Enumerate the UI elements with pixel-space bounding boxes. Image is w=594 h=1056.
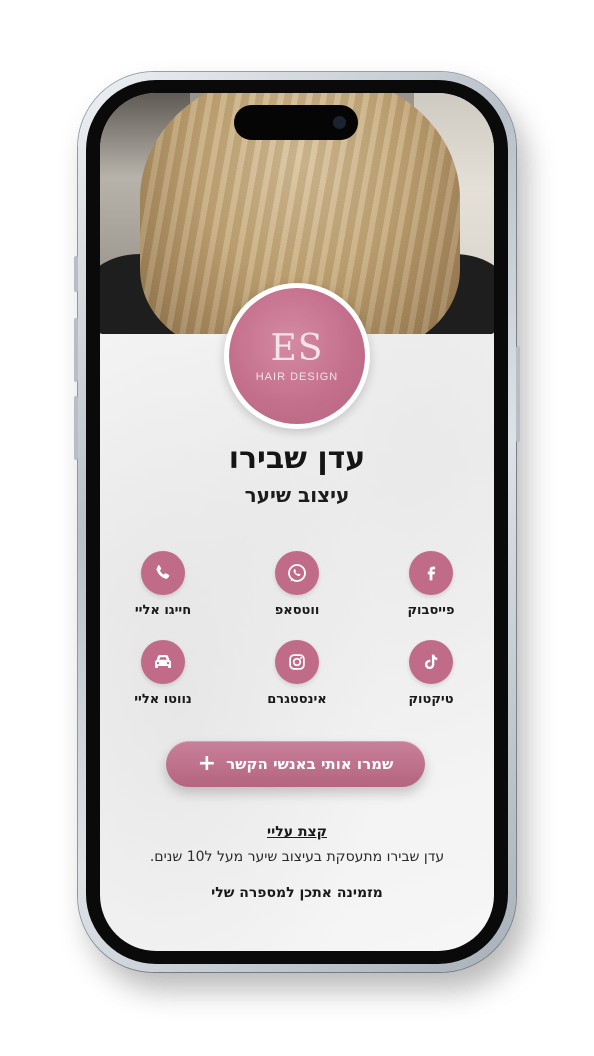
- phone-side-button-volume-up: [74, 318, 78, 382]
- logo-mark: ES: [270, 328, 324, 369]
- phone-side-button-power: [516, 346, 520, 442]
- about-text: עדן שבירו מתעסקת בעיצוב שיער מעל ל10 שני…: [149, 849, 445, 865]
- phone-side-button-volume-down: [74, 396, 78, 460]
- instagram-icon[interactable]: [275, 640, 319, 684]
- action-tiktok[interactable]: טיקטוק: [376, 640, 486, 707]
- phone-side-button-silent: [74, 256, 78, 292]
- about-title: קצת עליי: [267, 824, 327, 840]
- dynamic-island: [234, 105, 358, 140]
- tiktok-icon[interactable]: [409, 640, 453, 684]
- front-camera: [333, 116, 346, 129]
- profile-name: עדן שבירו: [228, 441, 366, 476]
- phone-icon[interactable]: [141, 551, 185, 595]
- about-invite: מזמינה אתכן למספרה שלי: [211, 885, 383, 901]
- phone-screen: ES HAIR DESIGN עדן שבירו עיצוב שיער פייס…: [100, 93, 494, 951]
- save-contact-label: שמרו אותי באנשי הקשר: [226, 755, 394, 773]
- logo-circle: ES HAIR DESIGN: [229, 288, 365, 424]
- car-icon[interactable]: [141, 640, 185, 684]
- plus-icon: +: [197, 751, 217, 776]
- action-facebook[interactable]: פייסבוק: [376, 551, 486, 618]
- action-navigate-label: נווטו אליי: [134, 692, 192, 707]
- logo-subtitle: HAIR DESIGN: [255, 371, 339, 383]
- profile-logo: ES HAIR DESIGN: [224, 283, 370, 429]
- facebook-icon[interactable]: [409, 551, 453, 595]
- save-contact-button[interactable]: שמרו אותי באנשי הקשר +: [166, 741, 425, 787]
- action-call[interactable]: חייגו אליי: [108, 551, 218, 618]
- action-navigate[interactable]: נווטו אליי: [108, 640, 218, 707]
- action-call-label: חייגו אליי: [134, 603, 192, 618]
- action-whatsapp[interactable]: ווטסאפ: [242, 551, 352, 618]
- profile-title: עיצוב שיער: [244, 483, 350, 507]
- whatsapp-icon[interactable]: [275, 551, 319, 595]
- action-whatsapp-label: ווטסאפ: [274, 603, 320, 618]
- action-instagram[interactable]: אינסטגרם: [242, 640, 352, 707]
- action-facebook-label: פייסבוק: [407, 603, 455, 618]
- action-tiktok-label: טיקטוק: [408, 692, 454, 707]
- action-instagram-label: אינסטגרם: [267, 692, 327, 707]
